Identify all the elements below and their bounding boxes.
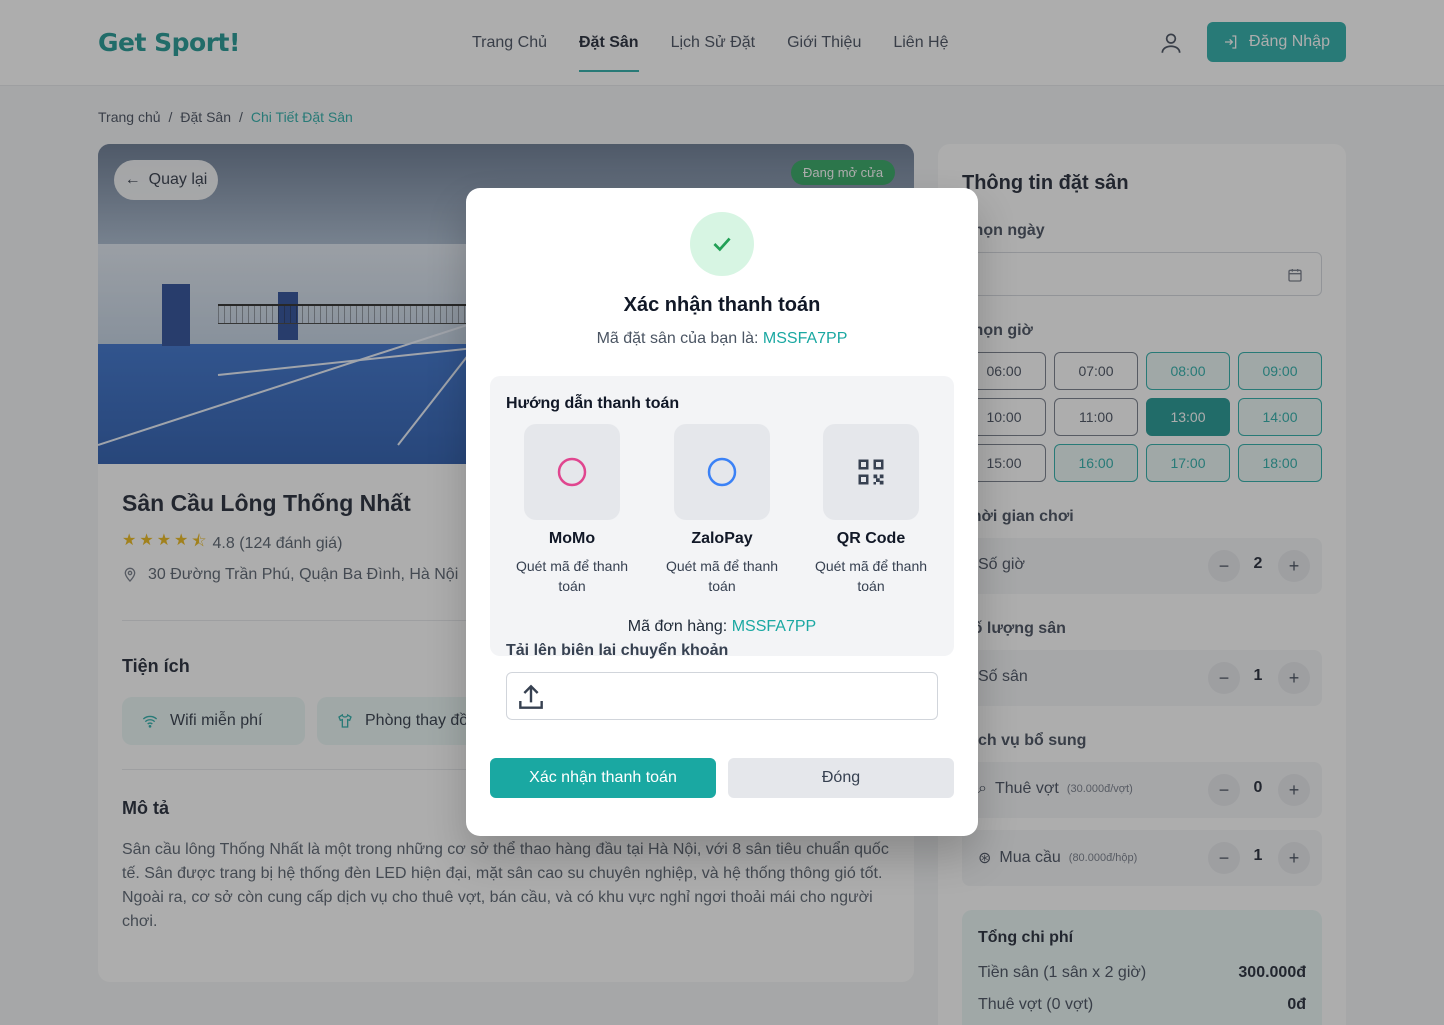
booking-code: MSSFA7PP (762, 330, 848, 347)
receipt-upload-input[interactable] (506, 672, 938, 720)
qr-code-icon (858, 459, 884, 485)
guide-title: Hướng dẫn thanh toán (506, 395, 680, 412)
payment-name: ZaloPay (691, 530, 753, 547)
order-code: MSSFA7PP (731, 618, 817, 635)
payment-modal: Xác nhận thanh toán Mã đặt sân của bạn l… (466, 188, 978, 836)
upload-label: Tải lên biên lai chuyển khoản (506, 642, 729, 659)
payment-desc: Quét mã để thanh toán (515, 558, 629, 594)
momo-icon (557, 457, 587, 487)
payment-desc: Quét mã để thanh toán (814, 558, 928, 594)
check-icon (713, 237, 731, 252)
payment-name: QR Code (836, 530, 906, 547)
payment-name: MoMo (548, 530, 596, 547)
order-code-prefix: Mã đơn hàng: (627, 618, 728, 635)
zalopay-icon (707, 457, 737, 487)
modal-title: Xác nhận thanh toán (623, 294, 821, 316)
booking-code-line: Mã đặt sân của bạn là: MSSFA7PP (466, 330, 978, 348)
booking-code-prefix: Mã đặt sân của bạn là: (596, 330, 759, 347)
payment-option-momo[interactable]: MoMo Quét mã để thanh toán (507, 424, 637, 596)
upload-icon[interactable] (515, 681, 547, 713)
payment-desc: Quét mã để thanh toán (665, 558, 779, 594)
payment-option-zalopay[interactable]: ZaloPay Quét mã để thanh toán (657, 424, 787, 596)
close-button[interactable]: Đóng (728, 758, 954, 798)
confirm-payment-button[interactable]: Xác nhận thanh toán (490, 758, 716, 798)
payment-guide: Hướng dẫn thanh toán MoMo Quét mã để tha… (490, 376, 954, 656)
success-badge (690, 212, 754, 276)
order-code-line: Mã đơn hàng: MSSFA7PP (490, 618, 954, 636)
payment-option-qr[interactable]: QR Code Quét mã để thanh toán (806, 424, 936, 596)
